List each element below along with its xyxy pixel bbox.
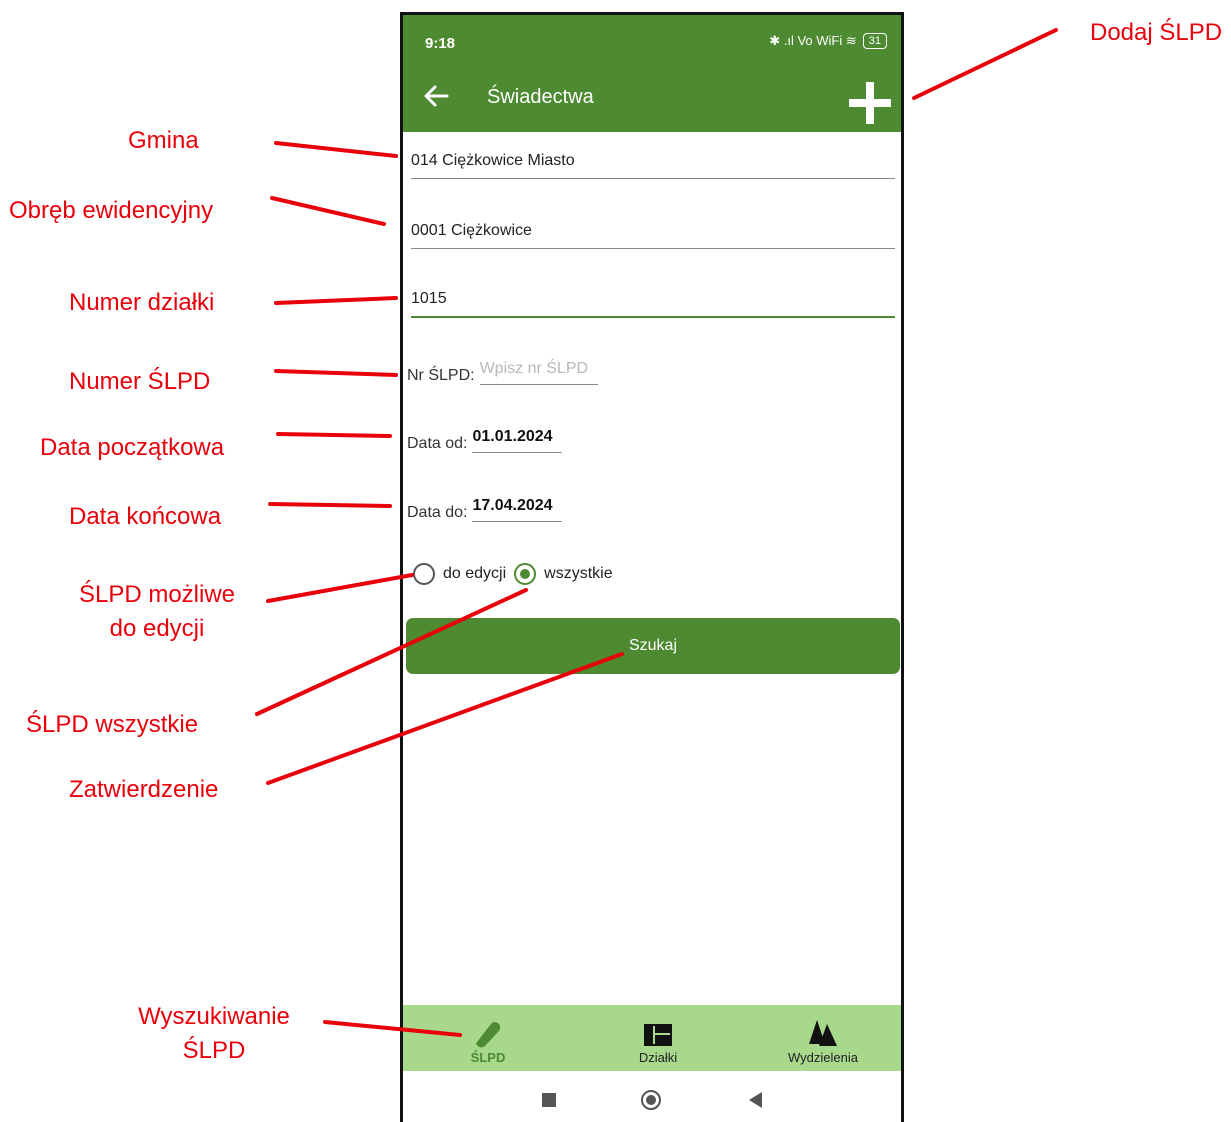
annotation-obreb: Obręb ewidencyjny [9, 197, 214, 224]
line-zatwierdzenie [266, 652, 624, 785]
line-slpd-wszystkie [255, 588, 528, 716]
annotation-wyszukiwanie-line2: ŚLPD [182, 1037, 246, 1064]
line-data-koncowa [268, 502, 392, 508]
annotation-slpd-mozliwe: ŚLPD możliwe do edycji [74, 578, 240, 646]
annotation-numer-slpd: Numer ŚLPD [69, 368, 211, 395]
line-numer-slpd [274, 369, 398, 377]
annotation-dodaj: Dodaj ŚLPD [1090, 19, 1223, 46]
line-numer-dzialki [274, 296, 398, 305]
annotation-slpd-mozliwe-line2: do edycji [109, 615, 205, 642]
line-obreb [270, 196, 386, 226]
annotation-wyszukiwanie: Wyszukiwanie ŚLPD [128, 1000, 300, 1068]
annotation-slpd-mozliwe-line1: ŚLPD możliwe [78, 581, 236, 608]
line-slpd-mozliwe [266, 573, 414, 603]
annotation-numer-dzialki: Numer działki [69, 289, 215, 316]
annotation-zatwierdzenie: Zatwierdzenie [69, 776, 219, 803]
annotation-slpd-wszystkie: ŚLPD wszystkie [26, 711, 199, 738]
annotation-lines [255, 28, 1058, 1037]
annotation-gmina: Gmina [128, 127, 199, 154]
annotation-data-poczatkowa: Data początkowa [40, 434, 225, 461]
line-wyszukiwanie [323, 1020, 462, 1037]
line-gmina [274, 141, 398, 158]
annotation-wyszukiwanie-line1: Wyszukiwanie [138, 1003, 290, 1030]
line-dodaj [912, 28, 1058, 100]
line-data-poczatkowa [276, 432, 392, 438]
annotation-data-koncowa: Data końcowa [69, 503, 222, 530]
